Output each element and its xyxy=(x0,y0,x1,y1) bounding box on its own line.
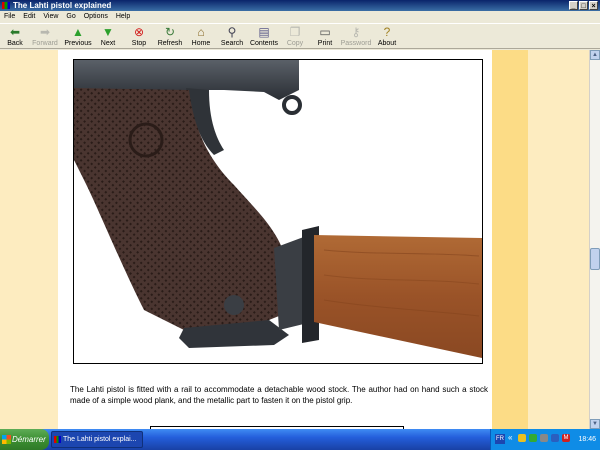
home-button[interactable]: ⌂ Home xyxy=(189,25,213,49)
scroll-down-icon[interactable]: ▼ xyxy=(590,419,600,429)
menu-help[interactable]: Help xyxy=(112,11,134,23)
start-button[interactable]: Démarrer xyxy=(0,429,49,450)
search-button[interactable]: ⚲ Search xyxy=(219,25,245,49)
clock[interactable]: 18:46 xyxy=(578,429,596,450)
windows-logo-icon xyxy=(2,435,11,444)
menu-view[interactable]: View xyxy=(39,11,62,23)
refresh-button[interactable]: ↻ Refresh xyxy=(156,25,184,49)
contents-button[interactable]: ▤ Contents xyxy=(249,25,279,49)
back-arrow-icon: ⬅ xyxy=(9,25,21,39)
next-button[interactable]: ▼ Next xyxy=(96,25,120,49)
scroll-thumb[interactable] xyxy=(590,248,600,270)
window-title: The Lahti pistol explained xyxy=(13,1,112,10)
pistol-photo xyxy=(73,59,483,364)
tray-volume-icon[interactable] xyxy=(540,434,548,442)
stop-icon: ⊗ xyxy=(133,25,145,39)
tray-monitor-icon[interactable] xyxy=(551,434,559,442)
language-indicator[interactable]: FR xyxy=(495,434,505,444)
up-arrow-icon: ▲ xyxy=(72,25,84,39)
title-bar: The Lahti pistol explained _ □ × xyxy=(0,0,600,11)
window-controls: _ □ × xyxy=(569,1,598,10)
app-icon xyxy=(54,436,61,443)
printer-icon: ▭ xyxy=(319,25,331,39)
taskbar: Démarrer The Lahti pistol explai... FR «… xyxy=(0,429,600,450)
show-hidden-icons-icon[interactable]: « xyxy=(508,433,512,442)
tray-network-icon[interactable] xyxy=(529,434,537,442)
right-margin xyxy=(528,50,589,429)
maximize-button[interactable]: □ xyxy=(579,1,588,10)
menu-edit[interactable]: Edit xyxy=(19,11,39,23)
menu-file[interactable]: File xyxy=(0,11,19,23)
close-button[interactable]: × xyxy=(589,1,598,10)
vertical-scrollbar[interactable]: ▲ ▼ xyxy=(589,50,600,429)
contents-icon: ▤ xyxy=(258,25,270,39)
key-icon: ⚷ xyxy=(351,25,361,39)
search-icon: ⚲ xyxy=(227,25,237,39)
menu-options[interactable]: Options xyxy=(80,11,112,23)
toolbar: ⬅ Back ➡ Forward ▲ Previous ▼ Next ⊗ Sto… xyxy=(0,23,600,49)
menu-go[interactable]: Go xyxy=(62,11,79,23)
document-viewport[interactable]: The Lahti pistol is fitted with a rail t… xyxy=(0,50,589,429)
caption-text: The Lahti pistol is fitted with a rail t… xyxy=(70,385,488,405)
tray-m-icon[interactable]: M xyxy=(562,434,570,442)
stop-button[interactable]: ⊗ Stop xyxy=(127,25,151,49)
menu-bar: File Edit View Go Options Help xyxy=(0,11,600,23)
home-icon: ⌂ xyxy=(197,25,205,39)
system-tray: FR « M 18:46 xyxy=(490,429,600,450)
about-button[interactable]: ? About xyxy=(376,25,398,49)
copy-icon: ❐ xyxy=(289,25,301,39)
about-icon: ? xyxy=(383,25,391,39)
taskbar-item-lahti[interactable]: The Lahti pistol explai... xyxy=(51,431,143,448)
down-arrow-icon: ▼ xyxy=(102,25,114,39)
forward-button[interactable]: ➡ Forward xyxy=(30,25,60,49)
scroll-up-icon[interactable]: ▲ xyxy=(590,50,600,60)
print-button[interactable]: ▭ Print xyxy=(314,25,336,49)
left-margin xyxy=(0,50,58,429)
app-icon xyxy=(2,2,10,9)
minimize-button[interactable]: _ xyxy=(569,1,578,10)
decorative-stripe xyxy=(492,50,528,429)
password-button[interactable]: ⚷ Password xyxy=(340,25,372,49)
pistol-with-wooden-stock-photo xyxy=(74,60,482,363)
refresh-icon: ↻ xyxy=(164,25,176,39)
forward-arrow-icon: ➡ xyxy=(39,25,51,39)
tray-app-icon[interactable] xyxy=(518,434,526,442)
copy-button[interactable]: ❐ Copy xyxy=(284,25,306,49)
previous-button[interactable]: ▲ Previous xyxy=(63,25,93,49)
back-button[interactable]: ⬅ Back xyxy=(2,25,28,49)
